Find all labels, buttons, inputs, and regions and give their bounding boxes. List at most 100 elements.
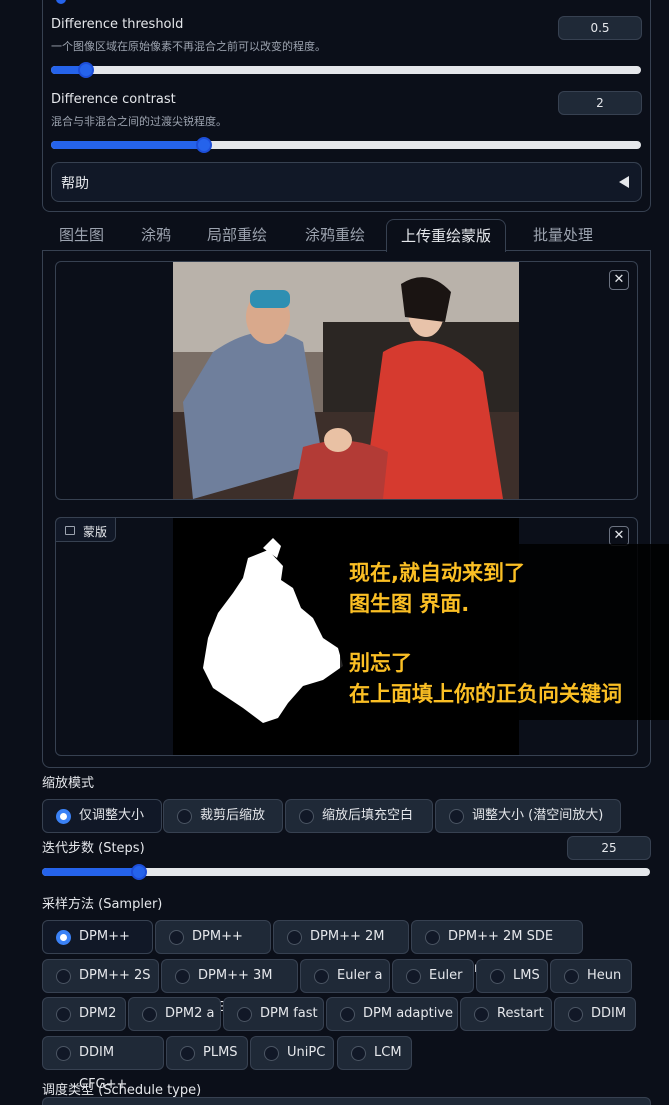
contrast-slider-fill [51, 141, 204, 149]
source-photo-svg [173, 262, 519, 499]
threshold-slider-thumb[interactable] [78, 62, 94, 78]
tab-inpaint[interactable]: 局部重绘 [193, 219, 281, 251]
radio-icon [237, 1007, 252, 1022]
steps-slider[interactable] [42, 864, 650, 880]
close-icon[interactable]: ✕ [609, 526, 629, 546]
resize-option-resize-fill[interactable]: 缩放后填充空白 [285, 799, 433, 833]
sampler-option[interactable]: DPM++ SDE [155, 920, 271, 976]
radio-icon [314, 969, 329, 984]
resize-option-label: 缩放后填充空白 [322, 808, 414, 823]
sampler-option[interactable]: DPM++ 2M SDE [273, 920, 409, 976]
contrast-slider[interactable] [51, 137, 641, 153]
sampler-label: 采样方法 (Sampler) [42, 897, 163, 912]
sampler-option-label: DDIM [591, 1006, 627, 1021]
steps-slider-thumb[interactable] [131, 864, 147, 880]
radio-icon [425, 930, 440, 945]
radio-icon [568, 1007, 583, 1022]
mask-label-chip: 蒙版 [55, 517, 116, 542]
threshold-label: Difference threshold [51, 17, 184, 32]
sampler-option-label: LCM [374, 1045, 402, 1060]
steps-label: 迭代步数 (Steps) [42, 841, 145, 856]
tab-inpaint-upload[interactable]: 上传重绘蒙版 [386, 219, 507, 252]
sampler-option[interactable]: Heun [550, 959, 632, 993]
sampler-option[interactable]: Euler [392, 959, 474, 993]
mask-label: 蒙版 [83, 525, 108, 539]
radio-icon [56, 1007, 71, 1022]
resize-option-latent-upscale[interactable]: 调整大小 (潜空间放大) [435, 799, 621, 833]
radio-icon [299, 809, 314, 824]
radio-icon [180, 1046, 195, 1061]
sampler-option-label: DPM2 a [165, 1006, 215, 1021]
tab-batch[interactable]: 批量处理 [519, 219, 607, 251]
radio-icon [340, 1007, 355, 1022]
help-accordion[interactable]: 帮助 [51, 162, 642, 202]
resize-mode-label: 缩放模式 [42, 776, 95, 791]
radio-icon [351, 1046, 366, 1061]
steps-input[interactable]: 25 [567, 836, 651, 860]
sampler-option[interactable]: UniPC [250, 1036, 334, 1070]
radio-icon [406, 969, 421, 984]
close-icon[interactable]: ✕ [609, 270, 629, 290]
radio-icon [56, 969, 71, 984]
threshold-desc: 一个图像区域在原始像素不再混合之前可以改变的程度。 [51, 40, 326, 53]
threshold-slider[interactable] [51, 62, 641, 78]
resize-option-just-resize[interactable]: 仅调整大小 [42, 799, 162, 833]
radio-icon [449, 809, 464, 824]
sampler-option[interactable]: LMS [476, 959, 548, 993]
radio-icon [177, 809, 192, 824]
tab-img2img[interactable]: 图生图 [45, 219, 118, 251]
radio-icon [142, 1007, 157, 1022]
tab-inpaint-sketch[interactable]: 涂鸦重绘 [291, 219, 379, 251]
sampler-option[interactable]: DDIM [554, 997, 636, 1031]
sampler-option[interactable]: DPM++ 3M SDE [161, 959, 298, 1015]
sampler-option-label: Euler [429, 968, 463, 983]
resize-option-label: 仅调整大小 [79, 808, 145, 823]
sampler-option-label: LMS [513, 968, 540, 983]
overlay-box: 现在,就自动来到了 图生图 界面. 别忘了 在上面填上你的正负向关键词 [340, 544, 669, 720]
radio-icon [169, 930, 184, 945]
contrast-label: Difference contrast [51, 92, 176, 107]
radio-icon [490, 969, 505, 984]
sampler-option-label: DPM2 [79, 1006, 117, 1021]
sampler-option-label: Heun [587, 968, 622, 983]
sampler-option[interactable]: DPM2 [42, 997, 126, 1031]
overlay-line-4: 在上面填上你的正负向关键词 [349, 682, 622, 706]
sampler-option[interactable]: DPM fast [223, 997, 324, 1031]
resize-option-label: 裁剪后缩放 [200, 808, 266, 823]
sampler-option-label: DPM adaptive [363, 1006, 454, 1021]
sampler-option-label: UniPC [287, 1045, 326, 1060]
sampler-option[interactable]: DPM++ 2M SDE Heun [411, 920, 583, 976]
tab-sketch[interactable]: 涂鸦 [127, 219, 185, 251]
resize-option-label: 调整大小 (潜空间放大) [472, 808, 604, 823]
sampler-option[interactable]: DPM2 a [128, 997, 221, 1031]
overlay-line-3: 别忘了 [349, 651, 412, 675]
threshold-input[interactable]: 0.5 [558, 16, 642, 40]
radio-icon [287, 930, 302, 945]
overlay-line-2: 图生图 界面. [349, 592, 470, 616]
sampler-option-label: DPM fast [260, 1006, 318, 1021]
image-icon [65, 526, 75, 535]
sampler-option-label: Restart [497, 1006, 544, 1021]
overlay-line-1: 现在,就自动来到了 [349, 561, 525, 585]
schedule-type-label: 调度类型 (Schedule type) [42, 1083, 202, 1098]
radio-icon [564, 969, 579, 984]
sampler-option-label: PLMS [203, 1045, 238, 1060]
sampler-option[interactable]: Euler a [300, 959, 390, 993]
sampler-option[interactable]: DPM adaptive [326, 997, 458, 1031]
contrast-input[interactable]: 2 [558, 91, 642, 115]
sampler-option[interactable]: PLMS [166, 1036, 248, 1070]
help-label: 帮助 [61, 176, 89, 192]
contrast-desc: 混合与非混合之间的过渡尖锐程度。 [51, 115, 227, 128]
radio-icon [474, 1007, 489, 1022]
sampler-option[interactable]: LCM [337, 1036, 412, 1070]
radio-icon [56, 1046, 71, 1061]
radio-icon [264, 1046, 279, 1061]
contrast-slider-thumb[interactable] [196, 137, 212, 153]
resize-option-crop-resize[interactable]: 裁剪后缩放 [163, 799, 283, 833]
schedule-type-dropdown[interactable] [42, 1097, 651, 1105]
sampler-option[interactable]: DPM++ 2S a [42, 959, 159, 1015]
radio-icon [175, 969, 190, 984]
sampler-option[interactable]: DDIM CFG++ [42, 1036, 164, 1092]
sampler-option[interactable]: Restart [460, 997, 552, 1031]
sampler-option[interactable]: DPM++ 2M [42, 920, 153, 976]
